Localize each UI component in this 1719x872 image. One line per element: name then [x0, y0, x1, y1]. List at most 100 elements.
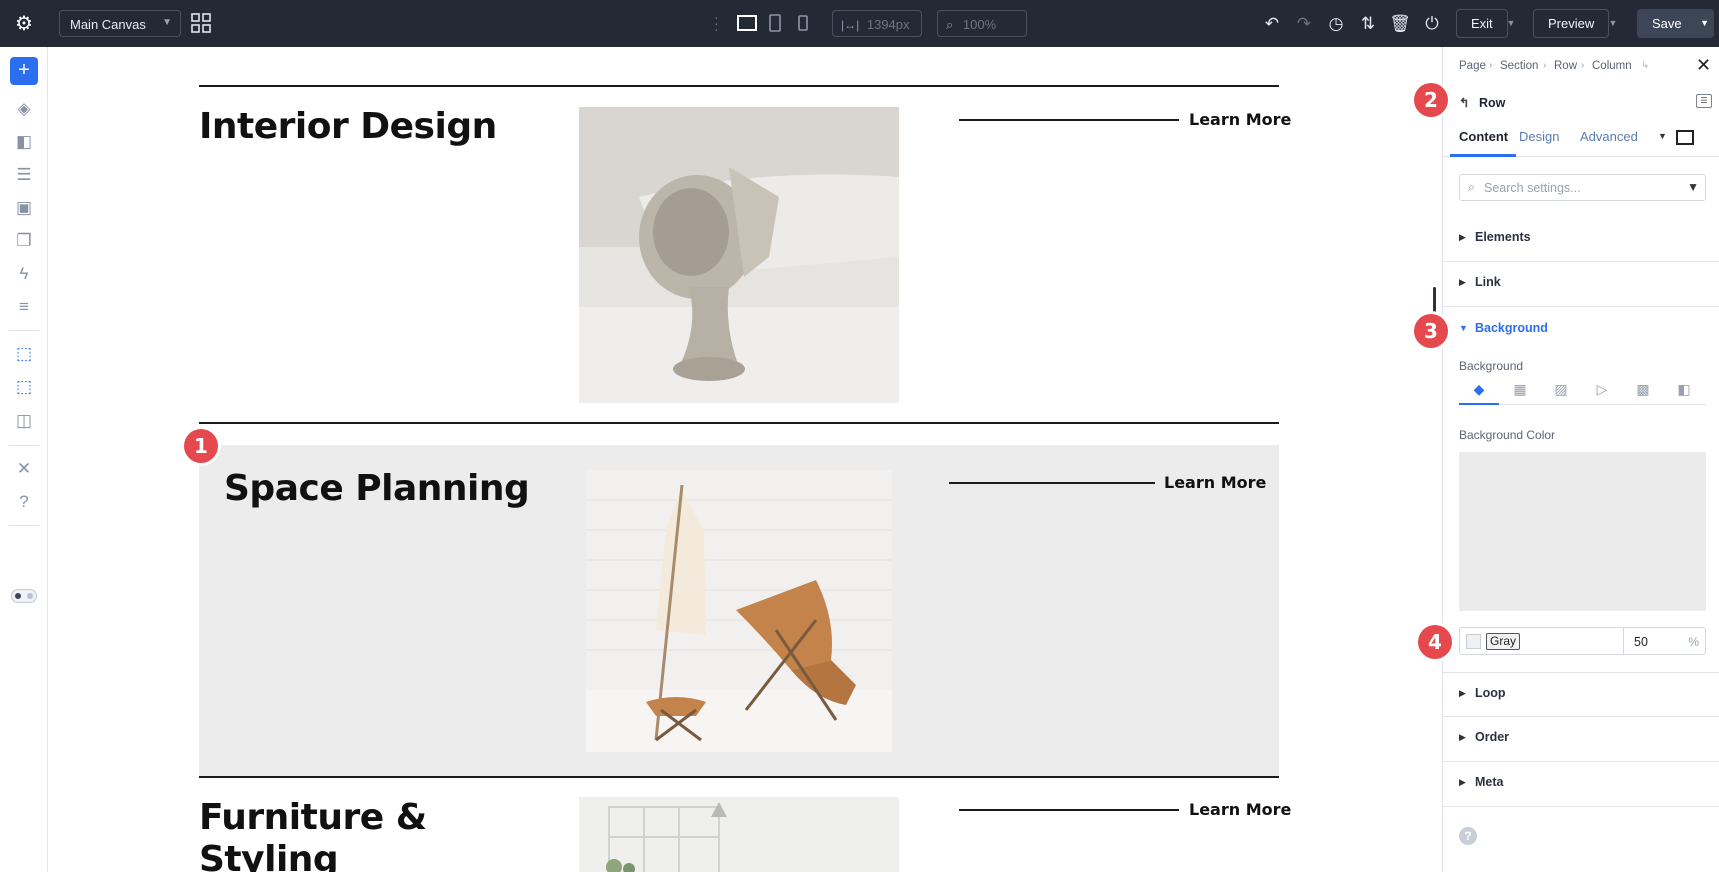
trash-icon[interactable]: 🗑: [1389, 13, 1411, 35]
save-options-chevron-icon[interactable]: ▼: [1700, 9, 1709, 38]
vase-sculpture-photo[interactable]: [579, 107, 899, 403]
tabs-more-chevron-icon[interactable]: ▼: [1658, 131, 1667, 141]
panel-options-icon[interactable]: ☰: [1696, 94, 1712, 108]
search-icon: ⌕: [1468, 180, 1476, 194]
list-icon[interactable]: ≡: [12, 295, 36, 319]
more-vertical-icon[interactable]: · · ·: [714, 10, 720, 36]
color-variable-tag[interactable]: Gray: [1486, 633, 1521, 650]
breadcrumb-page[interactable]: Page: [1459, 60, 1486, 72]
tab-content[interactable]: Content: [1459, 129, 1508, 144]
step-marker-4: 4: [1418, 625, 1452, 659]
step-marker-1: 1: [184, 429, 218, 463]
lightning-icon[interactable]: ϟ: [12, 262, 36, 286]
width-arrows-icon: |↔|: [841, 18, 860, 32]
child-arrow-icon: ↳: [1641, 60, 1650, 71]
undo-icon[interactable]: ↶: [1261, 13, 1283, 35]
row-title-furniture-styling[interactable]: Furniture & Styling: [199, 797, 427, 872]
pattern-icon[interactable]: ▩: [1634, 381, 1652, 397]
canvas-select-value: Main Canvas: [70, 17, 146, 32]
filter-icon[interactable]: ▼: [1687, 180, 1699, 194]
learn-more-link[interactable]: Learn More: [1189, 110, 1291, 129]
add-element-plus-icon[interactable]: +: [10, 57, 38, 85]
learn-more-line: [959, 809, 1179, 811]
divider: [9, 330, 39, 331]
paint-bucket-icon[interactable]: ◆: [1470, 381, 1488, 397]
breadcrumb-column[interactable]: Column: [1592, 60, 1632, 72]
caret-right-icon: ▶: [1459, 777, 1466, 787]
zoom-value: 100%: [962, 17, 997, 32]
variables-icon[interactable]: ▣: [12, 196, 36, 220]
section-background[interactable]: ▼ Background: [1443, 308, 1719, 338]
phone-view-icon[interactable]: [792, 13, 814, 33]
background-color-field[interactable]: Gray 50 %: [1459, 627, 1706, 655]
pages-icon[interactable]: ❐: [12, 229, 36, 253]
desktop-view-icon[interactable]: [736, 13, 758, 33]
help-question-icon[interactable]: ?: [12, 490, 36, 514]
exit-options-chevron-icon[interactable]: ▼: [1502, 9, 1520, 38]
section-loop-label: Loop: [1475, 686, 1506, 700]
room-window-photo[interactable]: [579, 797, 899, 872]
import-export-icon[interactable]: ⇅: [1357, 13, 1379, 35]
multi-select-icon[interactable]: ⬚: [12, 375, 36, 399]
settings-gear-icon[interactable]: ⚙: [13, 13, 35, 35]
breadcrumb-row[interactable]: Row: [1554, 60, 1577, 72]
background-color-preview[interactable]: [1459, 452, 1706, 611]
section-loop[interactable]: ▶ Loop: [1443, 672, 1719, 717]
row-title-space-planning[interactable]: Space Planning: [224, 468, 530, 510]
active-bg-tab-indicator: [1459, 403, 1499, 405]
color-swatch[interactable]: [1466, 634, 1481, 649]
preview-options-chevron-icon[interactable]: ▼: [1604, 9, 1622, 38]
opacity-unit: %: [1688, 635, 1699, 649]
background-field-label: Background: [1459, 359, 1524, 373]
opacity-value: 50: [1634, 635, 1648, 649]
video-icon[interactable]: ▷: [1593, 381, 1611, 397]
chairs-photo[interactable]: [586, 470, 892, 752]
canvas-width-field[interactable]: |↔| 1394px: [832, 10, 922, 37]
mask-icon[interactable]: ◧: [1675, 381, 1693, 397]
theme-toggle[interactable]: [11, 589, 37, 603]
back-arrow-icon[interactable]: ↰: [1459, 96, 1469, 110]
opacity-input[interactable]: 50 %: [1623, 628, 1707, 654]
layouts-grid-icon[interactable]: [191, 13, 211, 33]
background-color-label: Background Color: [1459, 428, 1556, 442]
section-meta[interactable]: ▶ Meta: [1443, 762, 1719, 807]
database-icon[interactable]: ☰: [12, 163, 36, 187]
search-settings-input[interactable]: ⌕ Search settings... ▼: [1459, 174, 1706, 201]
tools-icon[interactable]: ✕: [12, 457, 36, 481]
learn-more-link[interactable]: Learn More: [1189, 800, 1291, 819]
zoom-field[interactable]: ⌕ 100%: [937, 10, 1027, 37]
close-panel-icon[interactable]: ✕: [1696, 55, 1711, 76]
caret-right-icon: ▶: [1459, 688, 1466, 698]
row-divider: [199, 776, 1279, 778]
canvas-select[interactable]: Main Canvas ▼: [59, 10, 181, 37]
gradient-icon[interactable]: ▦: [1511, 381, 1529, 397]
tab-advanced[interactable]: Advanced: [1580, 129, 1638, 144]
section-link[interactable]: ▶ Link: [1443, 262, 1719, 307]
element-name: Row: [1478, 96, 1506, 110]
image-icon[interactable]: ▨: [1552, 381, 1570, 397]
tablet-view-icon[interactable]: [764, 13, 786, 33]
section-elements[interactable]: ▶ Elements: [1443, 217, 1719, 262]
save-button[interactable]: Save ▼: [1637, 9, 1714, 38]
redo-icon[interactable]: ↷: [1293, 13, 1315, 35]
chevron-down-icon: ▼: [162, 17, 172, 28]
learn-more-link[interactable]: Learn More: [1164, 473, 1266, 492]
help-question-icon[interactable]: ?: [1459, 827, 1477, 845]
breadcrumb-separator-icon: ›: [1543, 60, 1547, 71]
power-icon[interactable]: ⏻: [1421, 13, 1443, 35]
preview-button[interactable]: Preview: [1533, 9, 1610, 38]
settings-panel: Page › Section › Row › Column ↳ ✕ ↰ Row …: [1442, 47, 1719, 872]
row-title-interior-design[interactable]: Interior Design: [199, 106, 497, 148]
design-system-icon[interactable]: ◧: [12, 130, 36, 154]
responsive-icon[interactable]: ◫: [12, 409, 36, 433]
exit-button[interactable]: Exit: [1456, 9, 1508, 38]
layers-icon[interactable]: ◈: [12, 97, 36, 121]
panel-resize-handle[interactable]: [1433, 287, 1436, 315]
section-order[interactable]: ▶ Order: [1443, 717, 1719, 762]
history-clock-icon[interactable]: ◷: [1325, 13, 1347, 35]
tab-design[interactable]: Design: [1519, 129, 1559, 144]
panel-layout-icon[interactable]: [1676, 130, 1694, 145]
step-marker-2: 2: [1414, 83, 1448, 117]
breadcrumb-section[interactable]: Section: [1500, 60, 1538, 72]
cursor-select-icon[interactable]: ⬚: [12, 342, 36, 366]
